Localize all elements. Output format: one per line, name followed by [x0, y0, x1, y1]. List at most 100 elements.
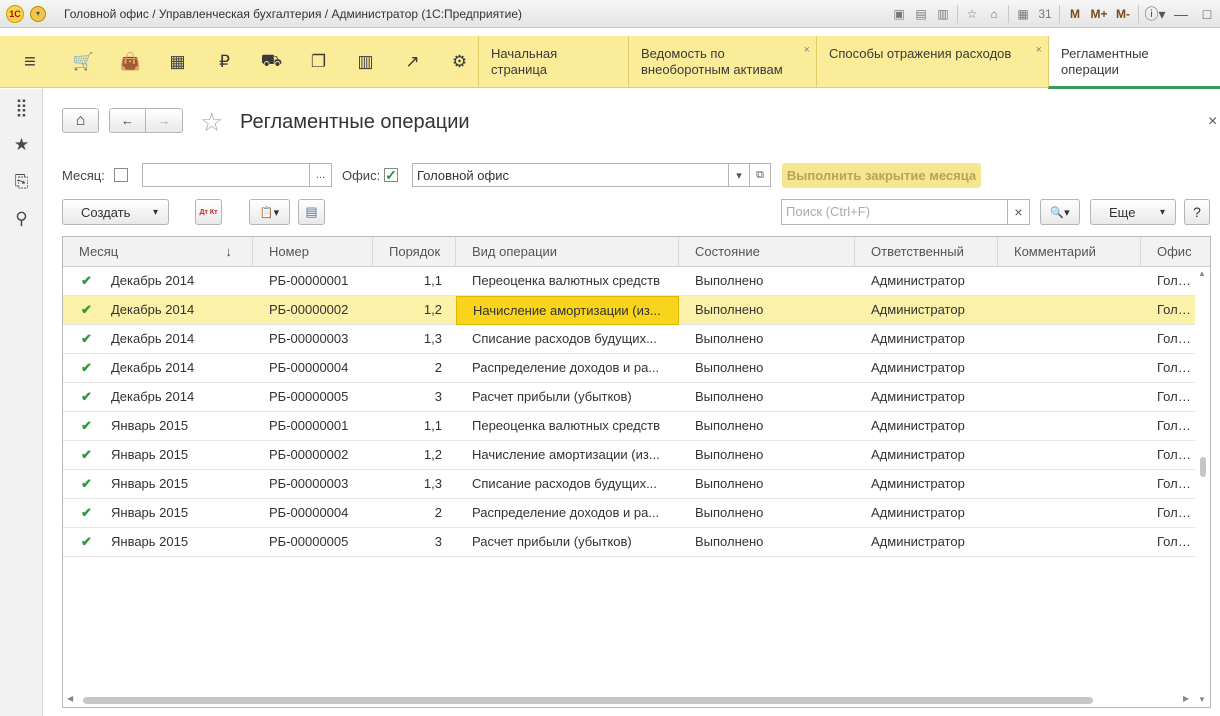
scroll-down-icon[interactable]: ▼: [1198, 695, 1206, 704]
cell-number[interactable]: РБ-00000002: [253, 441, 373, 470]
cell-month[interactable]: Январь 2015: [91, 499, 253, 528]
memory-plus-button[interactable]: M+: [1087, 4, 1111, 24]
cell-office[interactable]: Головной офис: [1141, 354, 1195, 383]
cell-operation[interactable]: Расчет прибыли (убытков): [456, 528, 679, 557]
cell-comment[interactable]: [998, 325, 1141, 354]
cell-order[interactable]: 1,3: [373, 470, 456, 499]
memory-m-button[interactable]: M: [1063, 4, 1087, 24]
cell-comment[interactable]: [998, 528, 1141, 557]
cell-month[interactable]: Декабрь 2014: [91, 267, 253, 296]
main-menu-icon[interactable]: ≡: [0, 36, 60, 88]
vertical-scrollbar[interactable]: ▲ ▼: [1195, 267, 1210, 707]
history-icon[interactable]: ⎘: [0, 163, 43, 200]
cell-responsible[interactable]: Администратор: [855, 296, 998, 325]
cell-order[interactable]: 1,2: [373, 296, 456, 325]
cell-state[interactable]: Выполнено: [679, 296, 855, 325]
vertical-scroll-thumb[interactable]: [1200, 457, 1206, 477]
table-row[interactable]: ✔ Январь 2015 РБ-00000004 2 Распределение до…: [63, 499, 1210, 528]
tab-routine-operations[interactable]: Регламентные операции: [1048, 36, 1220, 89]
warehouse-icon[interactable]: ▦: [154, 36, 201, 88]
help-button[interactable]: ?: [1184, 199, 1210, 225]
search-input[interactable]: Поиск (Ctrl+F): [781, 199, 1008, 225]
cell-office[interactable]: Головной офис: [1141, 528, 1195, 557]
table-row[interactable]: ✔ Январь 2015 РБ-00000005 3 Расчет прибыли (…: [63, 528, 1210, 557]
app-menu-icon[interactable]: ▾: [30, 5, 46, 22]
cell-number[interactable]: РБ-00000001: [253, 267, 373, 296]
cell-operation[interactable]: Начисление амортизации (из...: [456, 296, 679, 325]
more-button[interactable]: Еще ▾: [1090, 199, 1176, 225]
cell-comment[interactable]: [998, 441, 1141, 470]
back-button[interactable]: ←: [109, 108, 146, 133]
column-header-month[interactable]: Месяц ↓: [63, 237, 253, 267]
cell-comment[interactable]: [998, 383, 1141, 412]
gear-icon[interactable]: ⚙: [436, 36, 483, 88]
table-row[interactable]: ✔ Январь 2015 РБ-00000002 1,2 Начисление амо…: [63, 441, 1210, 470]
cell-number[interactable]: РБ-00000002: [253, 296, 373, 325]
cell-month[interactable]: Декабрь 2014: [91, 325, 253, 354]
column-header-state[interactable]: Состояние: [679, 237, 855, 267]
dt-kt-button[interactable]: Дт Кт: [195, 199, 222, 225]
cell-number[interactable]: РБ-00000004: [253, 354, 373, 383]
office-open-button[interactable]: ⧉: [749, 163, 771, 187]
cell-month[interactable]: Декабрь 2014: [91, 354, 253, 383]
cell-month[interactable]: Январь 2015: [91, 528, 253, 557]
cell-month[interactable]: Декабрь 2014: [91, 383, 253, 412]
column-header-operation[interactable]: Вид операции: [456, 237, 679, 267]
cell-operation[interactable]: Распределение доходов и ра...: [456, 354, 679, 383]
tab-expense-methods[interactable]: Способы отражения расходов ×: [816, 36, 1048, 88]
cell-office[interactable]: Головной офис: [1141, 499, 1195, 528]
cell-state[interactable]: Выполнено: [679, 267, 855, 296]
cell-number[interactable]: РБ-00000003: [253, 470, 373, 499]
cell-order[interactable]: 3: [373, 528, 456, 557]
print-icon[interactable]: ▤: [910, 4, 932, 24]
cell-state[interactable]: Выполнено: [679, 528, 855, 557]
forward-button[interactable]: →: [145, 108, 183, 133]
close-icon[interactable]: ×: [804, 42, 810, 58]
cell-responsible[interactable]: Администратор: [855, 354, 998, 383]
cell-office[interactable]: Головной офис: [1141, 296, 1195, 325]
table-row[interactable]: ✔ Декабрь 2014 РБ-00000003 1,3 Списание расх…: [63, 325, 1210, 354]
tab-fixed-assets-report[interactable]: Ведомость по внеоборотным активам ×: [628, 36, 816, 88]
cell-responsible[interactable]: Администратор: [855, 470, 998, 499]
table-row[interactable]: ✔ Декабрь 2014 РБ-00000001 1,1 Переоценка ва…: [63, 267, 1210, 296]
cell-comment[interactable]: [998, 296, 1141, 325]
cell-order[interactable]: 2: [373, 499, 456, 528]
cell-state[interactable]: Выполнено: [679, 354, 855, 383]
horizontal-scroll-thumb[interactable]: [83, 697, 1093, 704]
cell-order[interactable]: 3: [373, 383, 456, 412]
create-button[interactable]: Создать ▾: [62, 199, 169, 225]
minimize-button[interactable]: —: [1168, 4, 1194, 24]
cell-number[interactable]: РБ-00000001: [253, 412, 373, 441]
column-header-office[interactable]: Офис: [1141, 237, 1210, 267]
scroll-up-icon[interactable]: ▲: [1198, 269, 1206, 278]
cell-state[interactable]: Выполнено: [679, 441, 855, 470]
cell-order[interactable]: 2: [373, 354, 456, 383]
column-header-number[interactable]: Номер: [253, 237, 373, 267]
cell-responsible[interactable]: Администратор: [855, 412, 998, 441]
close-icon[interactable]: ×: [1208, 113, 1217, 131]
cell-number[interactable]: РБ-00000005: [253, 383, 373, 412]
column-header-responsible[interactable]: Ответственный: [855, 237, 998, 267]
bag-icon[interactable]: 👜: [107, 36, 154, 88]
cell-operation[interactable]: Распределение доходов и ра...: [456, 499, 679, 528]
all-functions-icon[interactable]: ⣿: [0, 89, 43, 126]
search-options-button[interactable]: 🔍▾: [1040, 199, 1080, 225]
favorite-add-icon[interactable]: ☆: [961, 4, 983, 24]
search-icon[interactable]: ⚲: [0, 200, 43, 237]
scroll-right-icon[interactable]: ▶: [1183, 694, 1189, 703]
cell-office[interactable]: Головной офис: [1141, 441, 1195, 470]
cell-order[interactable]: 1,1: [373, 267, 456, 296]
cell-office[interactable]: Головной офис: [1141, 412, 1195, 441]
cell-comment[interactable]: [998, 470, 1141, 499]
home-button[interactable]: ⌂: [62, 108, 99, 133]
cell-state[interactable]: Выполнено: [679, 412, 855, 441]
table-row[interactable]: ✔ Декабрь 2014 РБ-00000005 3 Расчет прибыли …: [63, 383, 1210, 412]
info-icon[interactable]: ⓘ▾: [1142, 4, 1168, 24]
table-row[interactable]: ✔ Январь 2015 РБ-00000001 1,1 Переоценка вал…: [63, 412, 1210, 441]
calculator-icon[interactable]: ▦: [1012, 4, 1034, 24]
tab-home-page[interactable]: Начальная страница: [478, 36, 628, 88]
month-field[interactable]: [142, 163, 310, 187]
cell-comment[interactable]: [998, 412, 1141, 441]
truck-icon[interactable]: ⛟: [248, 36, 295, 88]
print-preview-icon[interactable]: ▥: [932, 4, 954, 24]
